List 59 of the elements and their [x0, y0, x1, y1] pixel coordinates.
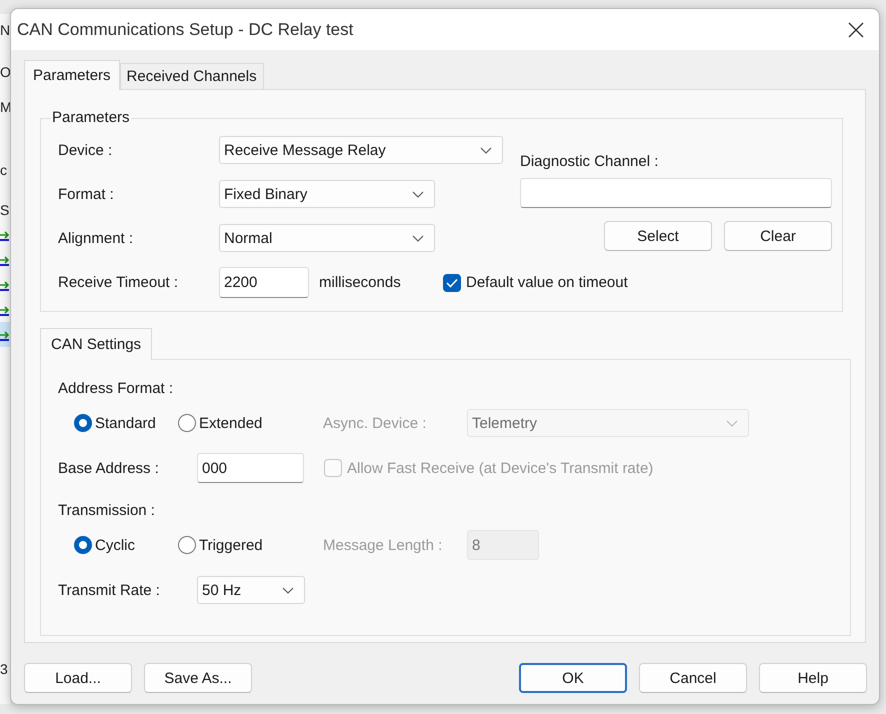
dropdown[interactable]: Normal [219, 224, 435, 252]
checkbox[interactable] [443, 274, 461, 292]
field-label: Address Format : [58, 380, 174, 398]
field-label: Device : [58, 142, 114, 158]
field-label: Base Address : [58, 460, 160, 476]
arrow-icon [0, 254, 9, 266]
chevron-icon [412, 234, 424, 242]
arrow-icon [0, 328, 9, 340]
field-label: Format : [58, 186, 115, 202]
button[interactable]: Cancel [639, 663, 747, 693]
tab[interactable]: Parameters [24, 60, 120, 90]
field-label: Receive Timeout : [58, 274, 180, 291]
radio-button[interactable] [74, 536, 92, 554]
radio-label: Triggered [199, 536, 263, 554]
radio-button[interactable] [74, 414, 92, 432]
radio-label: Cyclic [95, 536, 135, 554]
group-title: Parameters [51, 109, 131, 127]
chevron-icon [412, 190, 424, 198]
input-field[interactable] [520, 178, 832, 208]
field-label: Message Length : [323, 536, 444, 554]
button[interactable]: Clear [724, 221, 832, 251]
radio-button[interactable] [178, 414, 196, 432]
background-text: 3 [0, 661, 9, 677]
button[interactable]: Help [759, 663, 867, 693]
dropdown[interactable]: 50 Hz [197, 576, 305, 604]
window-title: CAN Communications Setup - DC Relay test [17, 20, 354, 40]
check-icon [446, 278, 458, 288]
button[interactable]: Select [604, 221, 712, 251]
button[interactable]: Save As... [144, 663, 252, 693]
chevron-icon [726, 420, 738, 426]
unit-label: milliseconds [319, 274, 402, 291]
field-label: Diagnostic Channel : [520, 153, 660, 171]
input-field[interactable]: 2200 [219, 267, 309, 298]
chevron-icon [480, 146, 492, 154]
field-label: Transmission : [58, 502, 156, 520]
input-field[interactable]: 000 [197, 453, 304, 483]
field-label: Transmit Rate : [58, 582, 161, 598]
tab[interactable]: Received Channels [120, 63, 264, 89]
background-text: O [0, 64, 10, 80]
arrow-icon [0, 228, 9, 240]
radio-label: Standard [95, 414, 156, 432]
radio-button[interactable] [178, 536, 196, 554]
button[interactable]: Load... [24, 663, 132, 693]
background-text: N [0, 22, 10, 38]
arrow-icon [0, 278, 9, 290]
checkbox-label: Allow Fast Receive (at Device's Transmit rate) [347, 460, 654, 476]
radio-label: Extended [199, 414, 262, 432]
background-text: S [0, 202, 10, 218]
dropdown[interactable]: Fixed Binary [219, 180, 435, 208]
checkbox-label: Default value on timeout [466, 274, 628, 291]
button[interactable]: OK [519, 663, 627, 693]
chevron-icon [282, 586, 294, 594]
close-icon [848, 22, 864, 38]
arrow-icon [0, 304, 9, 316]
background-text: c [0, 162, 8, 178]
field-label: Async. Device : [323, 414, 428, 432]
field-label: Alignment : [58, 230, 134, 246]
dropdown[interactable]: Receive Message Relay [219, 136, 503, 164]
tab[interactable]: CAN Settings [40, 328, 152, 360]
